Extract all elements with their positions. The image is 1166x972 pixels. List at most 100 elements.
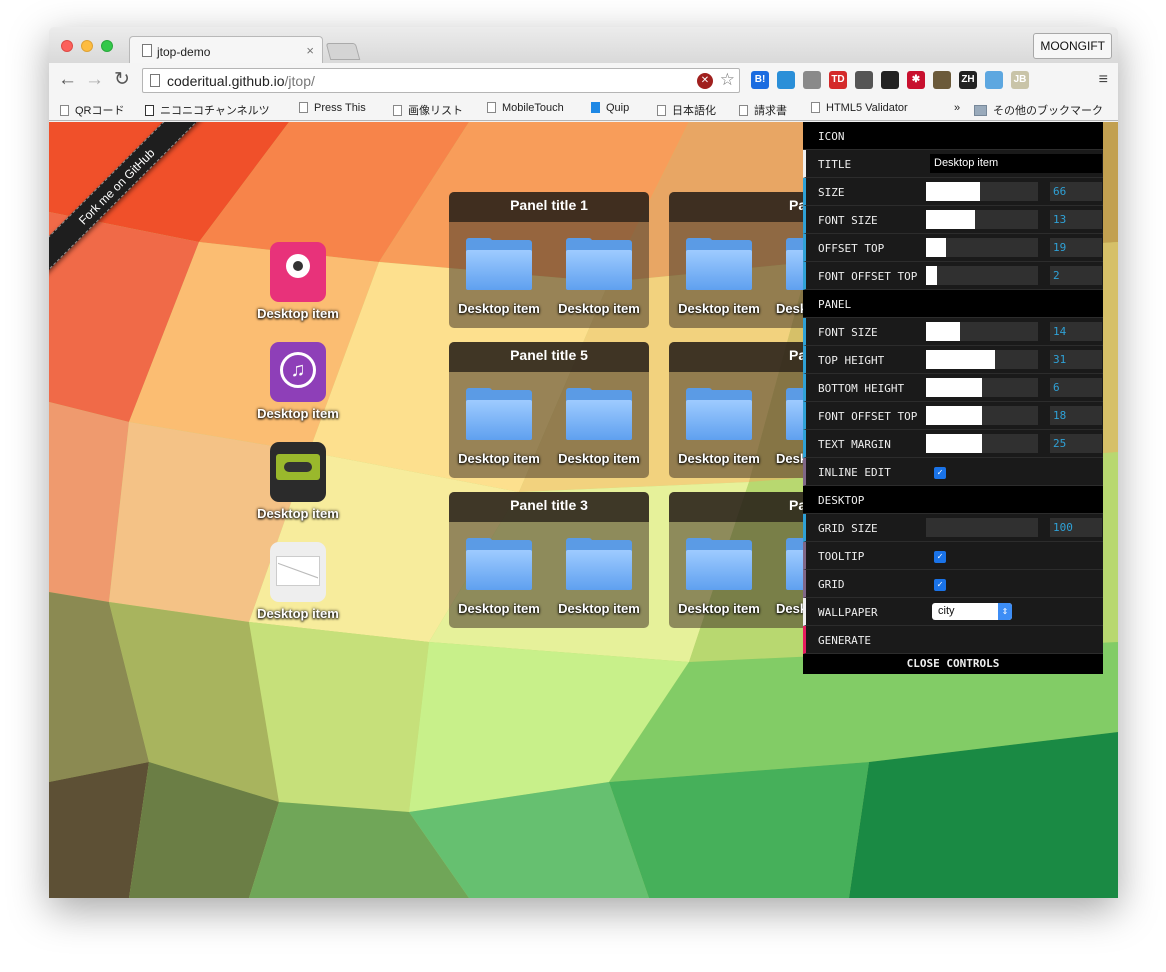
grid-checkbox[interactable]: ✓ <box>934 579 946 591</box>
icon-folder-header[interactable]: ICON <box>803 122 1103 150</box>
desktop-panel[interactable]: Panel title 1 Desktop item Desktop item <box>449 192 649 328</box>
title-bar: jtop-demo × MOONGIFT <box>49 27 1118 64</box>
text-margin-value[interactable]: 25 <box>1050 434 1102 453</box>
panel-font-offset-top-slider[interactable] <box>926 406 1038 425</box>
panel-title[interactable]: Panel title 1 <box>449 192 649 222</box>
font-offset-top-value[interactable]: 2 <box>1050 266 1102 285</box>
icon-font-size-slider[interactable] <box>926 210 1038 229</box>
bottom-height-slider[interactable] <box>926 378 1038 397</box>
bookmark-item[interactable]: 画像リスト <box>393 102 463 118</box>
stop-icon[interactable]: ✕ <box>697 73 713 89</box>
top-height-slider[interactable] <box>926 350 1038 369</box>
size-slider[interactable] <box>926 182 1038 201</box>
bookmark-item[interactable]: Press This <box>299 102 366 114</box>
dat-gui-controls: ICON TITLE Desktop item SIZE 66 FONT SIZE 1… <box>803 122 1103 674</box>
bookmark-item[interactable]: HTML5 Validator <box>811 102 908 114</box>
tabs-icon[interactable] <box>985 71 1003 89</box>
icon-font-size-value[interactable]: 13 <box>1050 210 1102 229</box>
close-controls-button[interactable]: CLOSE CONTROLS <box>803 654 1103 674</box>
browser-menu-icon[interactable]: ≡ <box>1099 71 1108 89</box>
generate-button[interactable]: GENERATE <box>803 626 1103 654</box>
bookmark-item[interactable]: MobileTouch <box>487 102 564 114</box>
bookmark-item[interactable]: ニコニコチャンネルツ <box>145 102 270 118</box>
inline-edit-checkbox[interactable]: ✓ <box>934 467 946 479</box>
wallpaper-select[interactable]: city ⇕ <box>932 603 1012 620</box>
font-offset-top-slider[interactable] <box>926 266 1038 285</box>
new-tab-button[interactable] <box>325 43 361 60</box>
text-margin-slider[interactable] <box>926 434 1038 453</box>
mail-icon <box>270 542 326 602</box>
bottom-height-value[interactable]: 6 <box>1050 378 1102 397</box>
desktop-item[interactable]: Desktop item <box>549 238 649 316</box>
desktop-item[interactable]: Desktop item <box>669 238 769 316</box>
grid-size-control: GRID SIZE 100 <box>803 514 1103 542</box>
zoom-window-button[interactable] <box>101 40 113 52</box>
minimize-window-button[interactable] <box>81 40 93 52</box>
folder-icon <box>686 538 752 590</box>
panel-title[interactable]: Panel title 5 <box>449 342 649 372</box>
desktop-item[interactable]: Desktop item <box>243 542 353 621</box>
panel-title[interactable]: Panel title 3 <box>449 492 649 522</box>
asterisk-icon[interactable]: ✱ <box>907 71 925 89</box>
camera-icon[interactable] <box>933 71 951 89</box>
jtop-desktop: Fork me on GitHub Desktop item ♫ Desktop… <box>49 122 1118 898</box>
close-window-button[interactable] <box>61 40 73 52</box>
back-arrow-icon[interactable]: ← <box>58 70 77 90</box>
desktop-item[interactable]: Desktop item <box>669 538 769 616</box>
reload-icon[interactable]: ↻ <box>114 70 130 90</box>
desktop-item[interactable]: Desktop item <box>549 388 649 466</box>
bookmark-star-icon[interactable]: ☆ <box>720 70 735 90</box>
globe-icon[interactable] <box>777 71 795 89</box>
desktop-item-label: Desktop item <box>558 601 640 616</box>
address-bar[interactable]: coderitual.github.io/jtop/ ✕ ☆ <box>142 68 740 93</box>
bookmark-item[interactable]: 日本語化 <box>657 102 716 118</box>
size-value[interactable]: 66 <box>1050 182 1102 201</box>
jb-icon[interactable]: JB <box>1011 71 1029 89</box>
desktop-item[interactable]: Desktop item <box>449 538 549 616</box>
other-bookmarks-folder[interactable]: その他のブックマーク <box>974 102 1103 118</box>
panel-font-size-slider[interactable] <box>926 322 1038 341</box>
offset-top-value[interactable]: 19 <box>1050 238 1102 257</box>
panel-folder-header[interactable]: PANEL <box>803 290 1103 318</box>
top-height-value[interactable]: 31 <box>1050 350 1102 369</box>
desktop-folder-header[interactable]: DESKTOP <box>803 486 1103 514</box>
grid-size-value[interactable]: 100 <box>1050 518 1102 537</box>
forward-arrow-icon[interactable]: → <box>85 70 104 90</box>
glasses-icon[interactable] <box>881 71 899 89</box>
panel-font-size-control: FONT SIZE 14 <box>803 318 1103 346</box>
desktop-item[interactable]: Desktop item <box>243 442 353 521</box>
panel-font-offset-top-value[interactable]: 18 <box>1050 406 1102 425</box>
browser-tab[interactable]: jtop-demo × <box>129 36 323 64</box>
grid-size-slider[interactable] <box>926 518 1038 537</box>
offset-top-slider[interactable] <box>926 238 1038 257</box>
desktop-panel[interactable]: Panel title 5 Desktop item Desktop item <box>449 342 649 478</box>
desktop-item[interactable]: Desktop item <box>243 242 353 321</box>
bookmark-item[interactable]: 請求書 <box>739 102 787 118</box>
zh-icon[interactable]: ZH <box>959 71 977 89</box>
bookmark-item[interactable]: QRコード <box>60 102 125 118</box>
eyedropper-icon[interactable] <box>855 71 873 89</box>
wallpaper-control: WALLPAPER city ⇕ <box>803 598 1103 626</box>
desktop-item-label: Desktop item <box>678 601 760 616</box>
desktop-panel[interactable]: Panel title 3 Desktop item Desktop item <box>449 492 649 628</box>
cassette-memo-icon <box>270 442 326 502</box>
td-badge-icon[interactable]: TD <box>829 71 847 89</box>
desktop-item[interactable]: ♫ Desktop item <box>243 342 353 421</box>
window-stack-icon[interactable] <box>803 71 821 89</box>
title-input[interactable]: Desktop item <box>930 154 1102 173</box>
tab-close-icon[interactable]: × <box>306 43 314 58</box>
desktop-item[interactable]: Desktop item <box>449 388 549 466</box>
grid-control: GRID ✓ <box>803 570 1103 598</box>
desktop-item[interactable]: Desktop item <box>669 388 769 466</box>
hatena-bookmark-icon[interactable]: B! <box>751 71 769 89</box>
pink-monster-icon <box>270 242 326 302</box>
panel-font-size-value[interactable]: 14 <box>1050 322 1102 341</box>
tooltip-checkbox[interactable]: ✓ <box>934 551 946 563</box>
folder-icon <box>566 538 632 590</box>
desktop-item[interactable]: Desktop item <box>449 238 549 316</box>
profile-button[interactable]: MOONGIFT <box>1033 33 1112 59</box>
page-icon <box>142 44 152 57</box>
bookmark-item[interactable]: Quip <box>591 102 629 114</box>
desktop-item[interactable]: Desktop item <box>549 538 649 616</box>
bookmarks-overflow[interactable]: » <box>954 102 960 114</box>
